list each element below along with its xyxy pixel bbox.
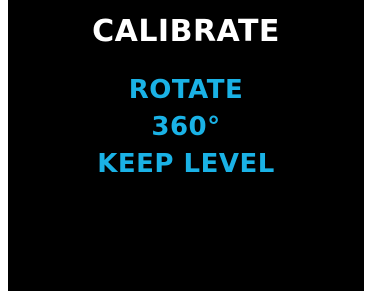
- instruction-angle: 360°: [151, 112, 221, 142]
- instruction-keep-level: KEEP LEVEL: [97, 149, 275, 179]
- display-screen: CALIBRATE ROTATE 360° KEEP LEVEL: [8, 0, 364, 291]
- instruction-rotate: ROTATE: [128, 75, 244, 105]
- screen-title: CALIBRATE: [92, 14, 280, 49]
